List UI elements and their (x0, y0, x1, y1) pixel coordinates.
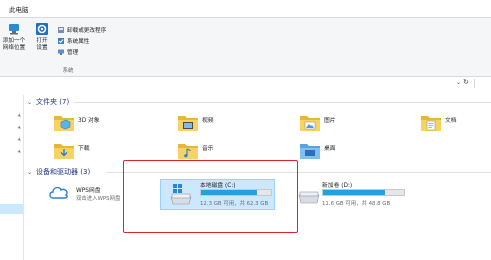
folder-label: 音乐 (202, 146, 214, 152)
videos-folder-icon (178, 116, 198, 131)
open-settings-line1: 打开 (36, 38, 48, 44)
nav-item-selected[interactable] (0, 204, 23, 214)
devices-section-header[interactable]: ⌄ 设备和驱动器 (3) (27, 167, 90, 177)
folder-label: 图片 (324, 118, 336, 124)
cloud-icon (49, 186, 68, 199)
folder-label: 下载 (78, 146, 90, 152)
gear-icon (36, 23, 48, 35)
refresh-icon[interactable]: ↻ (463, 78, 469, 86)
section-divider (74, 102, 491, 103)
ribbon-group-label: 系统 (62, 68, 74, 74)
drive-d-name: 新加卷 (D:) (322, 183, 353, 189)
address-dropdown-chevron-icon[interactable]: ⌄ (456, 79, 461, 86)
collapse-chevron-icon[interactable]: ⌄ (27, 168, 32, 178)
folder-downloads[interactable]: 下载 (53, 140, 123, 162)
wps-cloud-drive[interactable]: WPS网盘 双击进入WPS网盘 (48, 182, 128, 206)
desktop-folder-icon (300, 144, 320, 159)
open-settings-button[interactable]: 打开 设置 (28, 22, 56, 52)
folder-music[interactable]: 音乐 (177, 140, 247, 162)
drive-d-free-space: 11.6 GB 可用，共 48.8 GB (322, 201, 391, 207)
documents-folder-icon (421, 116, 441, 131)
3d-objects-folder-icon (54, 116, 74, 131)
window-tab-title[interactable]: 此电脑 (9, 4, 29, 14)
drive-d-usage-fill (323, 190, 385, 195)
collapse-chevron-icon[interactable]: ⌄ (27, 98, 32, 108)
system-properties-label: 系统属性 (67, 39, 90, 45)
devices-section-title: 设备和驱动器 (3) (36, 168, 91, 176)
manage-label: 管理 (67, 50, 79, 56)
check-shield-icon (58, 38, 64, 44)
computer-manage-icon (58, 49, 64, 55)
folder-label: 文档 (445, 118, 457, 124)
network-location-icon (9, 24, 19, 35)
uninstall-label: 卸载或更改程序 (67, 28, 107, 34)
drive-icon (298, 191, 320, 204)
folder-label: 桌面 (324, 146, 336, 152)
folders-section-title: 文件夹 (7) (36, 98, 70, 106)
folder-3d-objects[interactable]: 3D 对象 (53, 112, 123, 134)
music-folder-icon (178, 144, 198, 159)
add-network-location-line2: 网络位置 (2, 45, 26, 51)
open-settings-line2: 设置 (36, 45, 48, 51)
folder-desktop[interactable]: 桌面 (299, 140, 369, 162)
folders-section-header[interactable]: ⌄ 文件夹 (7) (27, 97, 69, 107)
ribbon-divider (0, 76, 491, 77)
uninstall-program-button[interactable]: 卸载或更改程序 (58, 27, 106, 36)
pictures-folder-icon (300, 116, 320, 131)
add-network-location-line1: 添加一个 (2, 38, 26, 44)
system-properties-button[interactable]: 系统属性 (58, 38, 89, 47)
uninstall-icon (58, 27, 64, 33)
annotation-highlight-box (123, 160, 298, 233)
wps-drive-subtitle: 双击进入WPS网盘 (76, 196, 121, 202)
folder-pictures[interactable]: 图片 (299, 112, 369, 134)
downloads-folder-icon (54, 144, 74, 159)
wps-drive-name: WPS网盘 (76, 188, 101, 194)
navigation-pane (0, 95, 24, 260)
drive-d[interactable]: 新加卷 (D:) 11.6 GB 可用，共 48.8 GB (297, 179, 412, 210)
add-network-location-button[interactable]: 添加一个 网络位置 (0, 22, 28, 52)
folder-videos[interactable]: 视频 (177, 112, 247, 134)
folder-label: 3D 对象 (78, 118, 100, 124)
folder-label: 视频 (202, 118, 214, 124)
manage-button[interactable]: 管理 (58, 49, 78, 58)
folder-documents[interactable]: 文档 (420, 112, 490, 134)
drive-d-usage-bar (322, 189, 405, 196)
address-divider (474, 79, 475, 88)
